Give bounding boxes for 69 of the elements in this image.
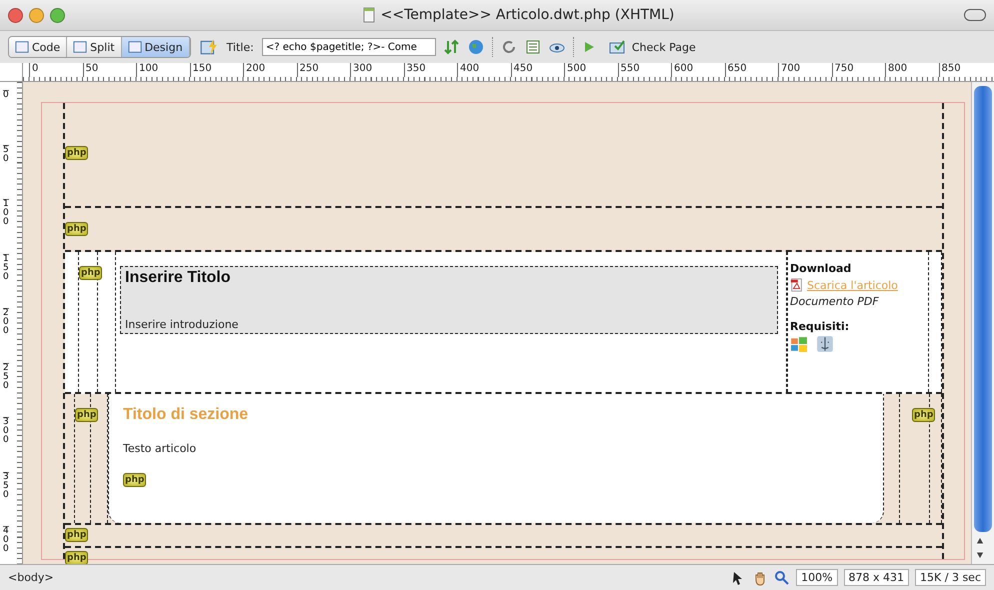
ruler-label: 50 bbox=[82, 63, 136, 77]
ruler-label: 50 bbox=[3, 144, 9, 199]
list-icon[interactable] bbox=[524, 39, 541, 55]
download-info: 15K / 3 sec bbox=[915, 569, 986, 586]
ruler-label: 100 bbox=[3, 199, 9, 254]
view-mode-button[interactable]: Design bbox=[122, 37, 190, 57]
php-icon: php bbox=[65, 146, 88, 160]
view-mode-button[interactable]: Code bbox=[9, 37, 68, 57]
arrows-icon[interactable] bbox=[444, 39, 460, 55]
ruler-label: 750 bbox=[832, 63, 885, 77]
scroll-thumb[interactable] bbox=[974, 86, 992, 532]
intro-text: Inserire introduzione bbox=[125, 318, 240, 331]
ruler-label: 200 bbox=[243, 63, 296, 77]
ruler-label: 550 bbox=[618, 63, 671, 77]
toolbar-toggle-button[interactable] bbox=[964, 9, 986, 21]
vertical-scrollbar[interactable] bbox=[971, 82, 994, 564]
ruler-label: 250 bbox=[296, 63, 350, 77]
minimize-button[interactable] bbox=[29, 8, 44, 22]
requirements-heading: Requisiti: bbox=[790, 320, 850, 333]
window-title: <<Template>> Articolo.dwt.php (XHTML) bbox=[380, 7, 674, 23]
ruler-label: 350 bbox=[404, 63, 457, 77]
php-icon: php bbox=[912, 408, 936, 422]
view-mode-button[interactable]: Split bbox=[67, 37, 122, 57]
ruler-label: 700 bbox=[778, 63, 832, 77]
ruler-label: 650 bbox=[724, 63, 778, 77]
globe-icon[interactable] bbox=[468, 39, 484, 55]
zoom-icon[interactable] bbox=[774, 570, 790, 586]
ruler-label: 300 bbox=[350, 63, 404, 77]
section-title: Titolo di sezione bbox=[123, 406, 250, 424]
scroll-up-arrow-icon[interactable] bbox=[974, 536, 986, 546]
ruler-label: 150 bbox=[3, 254, 9, 308]
window-size-select[interactable]: 878 x 431 bbox=[844, 569, 910, 586]
check-page-button[interactable]: Check Page bbox=[606, 39, 696, 55]
scroll-down-arrow-icon[interactable] bbox=[974, 550, 986, 560]
ruler-label: 300 bbox=[3, 417, 9, 472]
php-icon: php bbox=[79, 266, 102, 280]
windows-logo-icon bbox=[790, 335, 808, 353]
zoom-button[interactable] bbox=[50, 8, 65, 22]
title-label: Title: bbox=[226, 40, 254, 54]
ruler-label: 100 bbox=[136, 63, 190, 77]
refresh-icon[interactable] bbox=[500, 39, 517, 55]
ruler-label: 150 bbox=[190, 63, 243, 77]
php-icon: php bbox=[123, 473, 146, 487]
ruler-label: 250 bbox=[3, 362, 9, 417]
php-icon: php bbox=[75, 408, 98, 422]
ruler-label: 600 bbox=[671, 63, 724, 77]
php-icon: php bbox=[65, 222, 88, 236]
article-text: Testo articolo bbox=[123, 442, 198, 455]
php-icon: php bbox=[65, 528, 88, 542]
ruler-label: 400 bbox=[457, 63, 510, 77]
title-field[interactable]: <? echo $pagetitle; ?>- Come bbox=[262, 38, 436, 56]
zoom-select[interactable]: 100% bbox=[796, 569, 838, 586]
ruler-label: 500 bbox=[564, 63, 618, 77]
download-heading: Download bbox=[790, 262, 852, 275]
document-icon bbox=[360, 7, 377, 23]
file-type-note: Documento PDF bbox=[790, 295, 880, 308]
pdf-icon bbox=[790, 277, 804, 293]
article-title: Inserire Titolo bbox=[125, 269, 232, 287]
tag-selector[interactable]: <body> bbox=[8, 571, 54, 584]
ruler-label: 850 bbox=[938, 63, 992, 77]
ruler-label: 0 bbox=[29, 63, 82, 77]
ruler-label: 200 bbox=[3, 308, 9, 362]
close-button[interactable] bbox=[8, 8, 23, 22]
ruler-label: 800 bbox=[885, 63, 938, 77]
lightning-icon[interactable] bbox=[198, 38, 219, 56]
ruler-label: 350 bbox=[3, 472, 9, 526]
ruler-label: 450 bbox=[510, 63, 564, 77]
php-icon: php bbox=[65, 551, 88, 565]
ruler-label: 0 bbox=[3, 90, 9, 144]
